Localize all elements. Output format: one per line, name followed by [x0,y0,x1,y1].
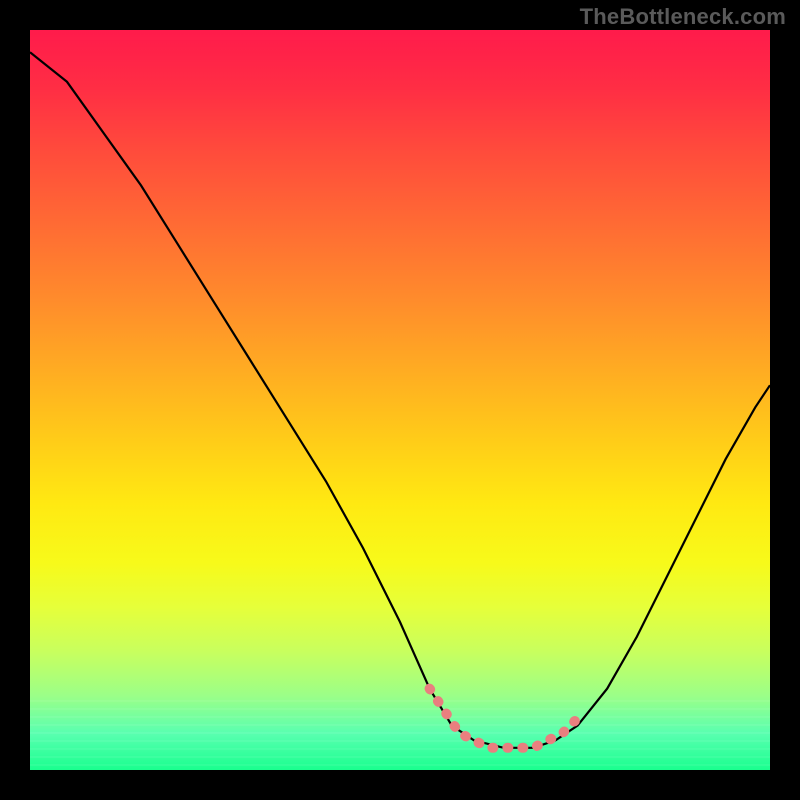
plot-area [30,30,770,770]
bottleneck-curve-path [30,52,770,748]
chart-frame: TheBottleneck.com [0,0,800,800]
trough-highlight-path [430,689,578,748]
bottom-banding [30,700,770,770]
watermark-text: TheBottleneck.com [580,4,786,30]
curve-layer [30,30,770,770]
